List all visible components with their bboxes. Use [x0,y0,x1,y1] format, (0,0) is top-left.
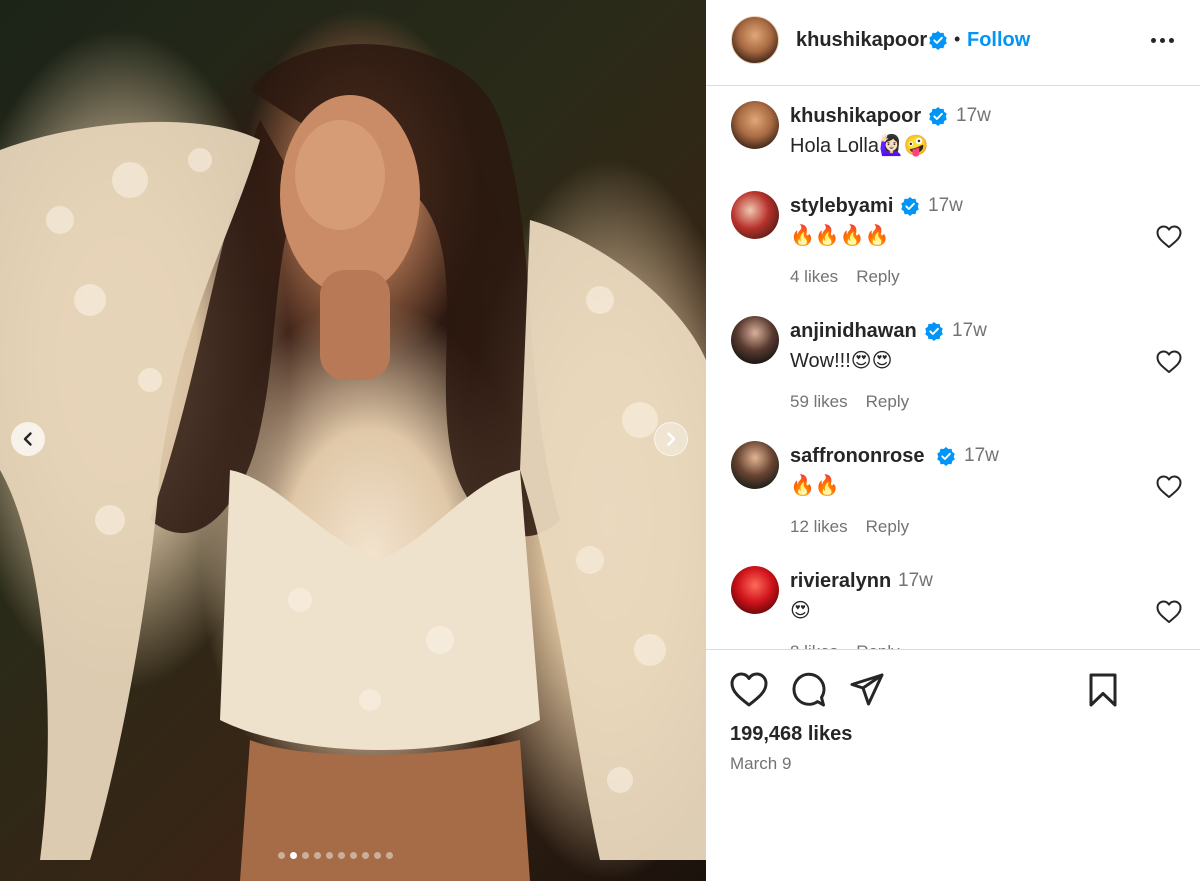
comment-text: Hola Lolla🙋🏻‍♀️🤪 [790,135,929,157]
comment-item: rivieralynn 17w 😍 8 likes Reply [706,566,1200,649]
carousel-dot [290,852,297,859]
comment-text: 🔥🔥🔥🔥 [790,225,890,247]
comment-text: 🔥🔥 [790,475,840,497]
commenter-username[interactable]: stylebyami [790,195,893,218]
carousel-dot [386,852,393,859]
carousel-next-button[interactable] [654,422,688,456]
comment-timestamp[interactable]: 17w [956,105,991,127]
comment-meta: 59 likes Reply [790,392,927,412]
comment-icon[interactable] [790,672,826,708]
chevron-left-icon [23,432,32,446]
comment-like-heart-icon[interactable] [1156,350,1182,379]
comment-meta: 8 likes Reply [790,642,918,649]
post-actions: 199,468 likes March 9 [706,649,1200,881]
comment-timestamp[interactable]: 17w [898,570,933,592]
commenter-avatar[interactable] [731,441,779,489]
comment-likes[interactable]: 59 likes [790,392,848,411]
comment-timestamp[interactable]: 17w [964,445,999,467]
commenter-avatar[interactable] [731,566,779,614]
verified-badge-icon [929,31,947,50]
carousel-dot [326,852,333,859]
comment-likes[interactable]: 8 likes [790,642,838,649]
comment-likes[interactable]: 4 likes [790,267,838,286]
carousel-dot [362,852,369,859]
carousel-dot [374,852,381,859]
commenter-username[interactable]: rivieralynn [790,570,891,593]
carousel-indicator [278,852,393,859]
likes-count[interactable]: 199,468 likes [730,723,852,746]
post-header: khushikapoor • Follow [706,0,1200,86]
comment-likes[interactable]: 12 likes [790,517,848,536]
verified-badge-icon [936,446,956,471]
comment-text: 😍 [790,600,811,622]
author-username[interactable]: khushikapoor [796,29,927,52]
comment-text: Wow!!!😍😍 [790,350,893,372]
verified-badge-icon [900,196,920,221]
commenter-avatar[interactable] [731,101,779,149]
commenter-username[interactable]: khushikapoor [790,105,921,128]
carousel-dot [278,852,285,859]
follow-button[interactable]: Follow [967,29,1030,52]
carousel-dot [302,852,309,859]
share-icon[interactable] [849,672,885,708]
bookmark-icon[interactable] [1088,672,1118,708]
reply-button[interactable]: Reply [856,642,899,649]
comment-like-heart-icon[interactable] [1156,600,1182,629]
comment-timestamp[interactable]: 17w [928,195,963,217]
comment-item: saffrononrose 17w 🔥🔥 12 likes Reply [706,441,1200,561]
commenter-username[interactable]: saffrononrose [790,445,924,468]
comment-timestamp[interactable]: 17w [952,320,987,342]
comment-item: stylebyami 17w 🔥🔥🔥🔥 4 likes Reply [706,191,1200,311]
verified-badge-icon [928,106,948,131]
post-media[interactable] [0,0,706,881]
heart-icon[interactable] [730,672,768,708]
reply-button[interactable]: Reply [866,392,909,411]
post-photo [0,44,706,881]
verified-badge-icon [924,321,944,346]
carousel-dot [314,852,321,859]
post-date[interactable]: March 9 [730,754,791,774]
header-separator: • [954,29,961,49]
post-side-panel: khushikapoor • Follow khushikapoor 17w Hol… [706,0,1200,881]
reply-button[interactable]: Reply [856,267,899,286]
commenter-avatar[interactable] [731,316,779,364]
commenter-avatar[interactable] [731,191,779,239]
carousel-dot [350,852,357,859]
carousel-prev-button[interactable] [11,422,45,456]
more-options-icon[interactable] [1146,28,1178,52]
comment-like-heart-icon[interactable] [1156,225,1182,254]
comment-meta: 4 likes Reply [790,267,918,287]
comment-meta: 12 likes Reply [790,517,927,537]
comment-like-heart-icon[interactable] [1156,475,1182,504]
reply-button[interactable]: Reply [866,517,909,536]
comment-item: anjinidhawan 17w Wow!!!😍😍 59 likes Reply [706,316,1200,436]
comments-list[interactable]: khushikapoor 17w Hola Lolla🙋🏻‍♀️🤪 stylebyam… [706,87,1200,649]
commenter-username[interactable]: anjinidhawan [790,320,917,343]
chevron-right-icon [667,432,676,446]
carousel-dot [338,852,345,859]
author-avatar[interactable] [731,16,779,64]
